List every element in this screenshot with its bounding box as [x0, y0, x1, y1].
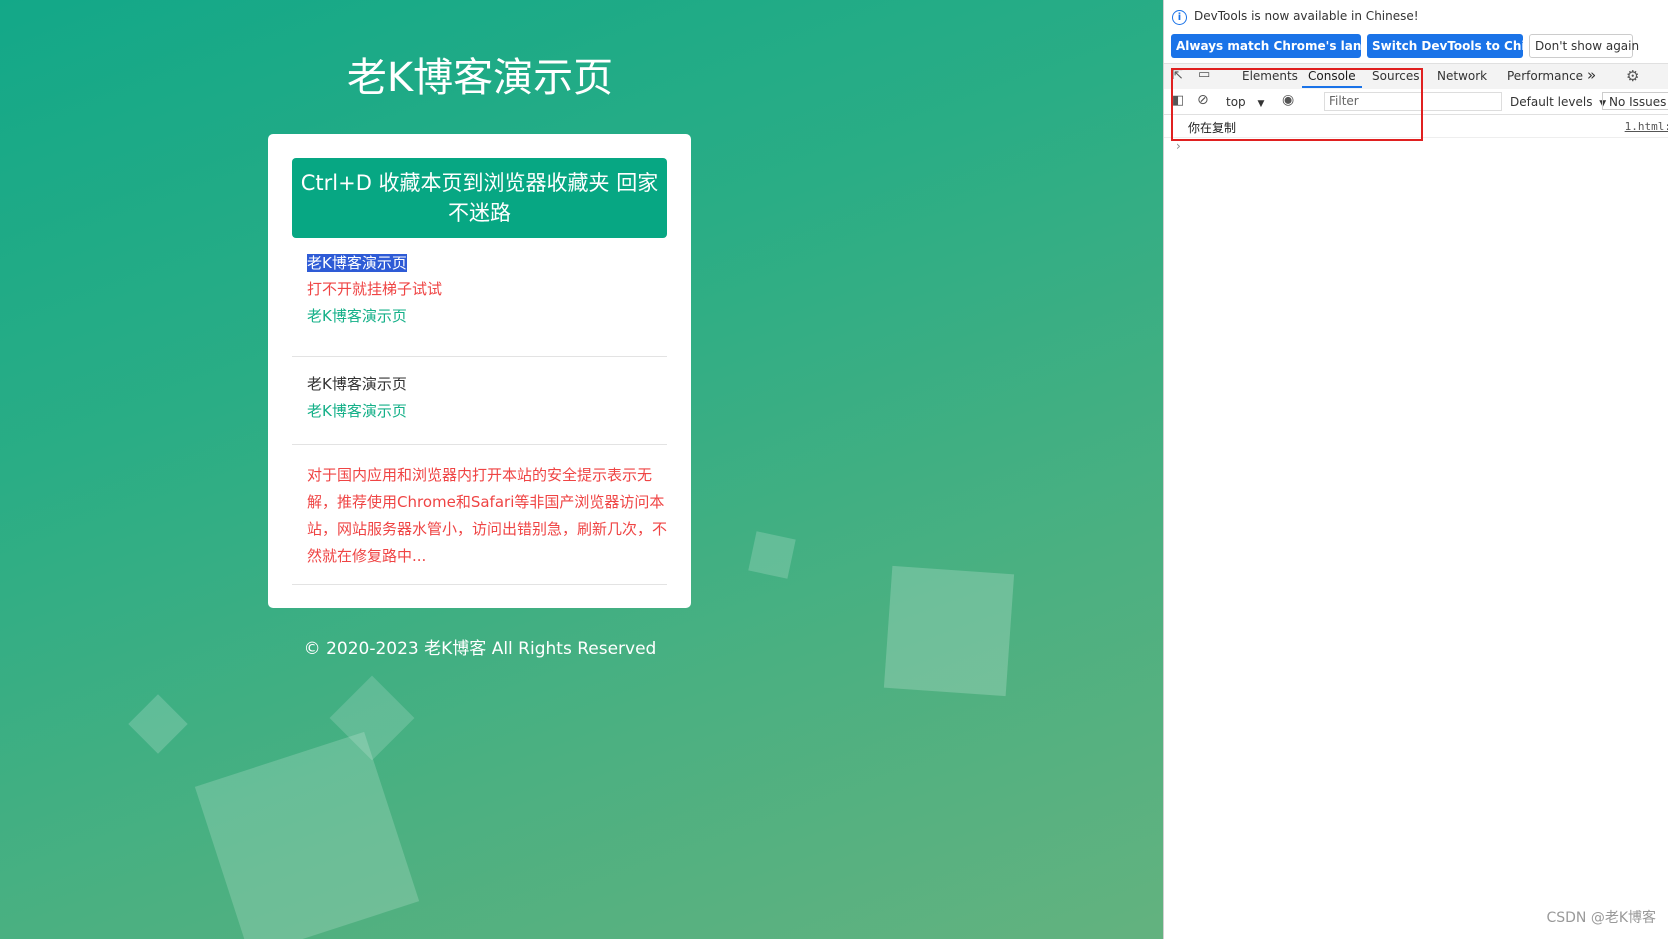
web-page: 老K博客演示页 Ctrl+D 收藏本页到浏览器收藏夹 回家不迷路 老K博客演示页… [0, 0, 1163, 939]
match-language-button[interactable]: Always match Chrome's language [1171, 34, 1403, 58]
divider [292, 584, 667, 585]
more-tabs-icon[interactable]: » [1587, 66, 1596, 84]
bookmark-banner: Ctrl+D 收藏本页到浏览器收藏夹 回家不迷路 [292, 158, 667, 238]
page-title: 老K博客演示页 [346, 55, 614, 101]
switch-to-chinese-button[interactable]: Switch DevTools to Chinese [1367, 34, 1557, 58]
log-levels-dropdown[interactable]: Default levels ▼ [1510, 95, 1606, 109]
info-icon: i [1172, 10, 1187, 25]
link-item[interactable]: 老K博客演示页 [307, 400, 407, 422]
decorative-square [128, 694, 188, 754]
log-levels-label: Default levels [1510, 95, 1593, 109]
decorative-square [194, 731, 420, 939]
devtools-panel: i DevTools is now available in Chinese! … [1163, 0, 1668, 939]
console-source-link[interactable]: 1.html: [1625, 120, 1668, 133]
annotation-highlight-box [1171, 68, 1423, 141]
page-footer: © 2020-2023 老K博客 All Rights Reserved [303, 639, 657, 659]
decorative-square [748, 531, 796, 579]
link-text-selected[interactable]: 老K博客演示页 [307, 254, 407, 272]
settings-gear-icon[interactable]: ⚙ [1626, 67, 1639, 85]
link-item[interactable]: 老K博客演示页 [307, 252, 407, 274]
divider [292, 444, 667, 445]
security-notice: 对于国内应用和浏览器内打开本站的安全提示表示无解，推荐使用Chrome和Safa… [307, 466, 668, 565]
issues-button[interactable]: No Issues [1602, 92, 1668, 110]
decorative-square [883, 565, 1015, 697]
watermark: CSDN @老K博客 [1546, 910, 1656, 926]
text-item: 老K博客演示页 [307, 375, 407, 393]
link-item[interactable]: 老K博客演示页 [307, 305, 407, 327]
link-item[interactable]: 打不开就挂梯子试试 [307, 278, 442, 300]
tab-performance[interactable]: Performance [1507, 69, 1583, 83]
tab-network[interactable]: Network [1437, 69, 1487, 83]
content-card: Ctrl+D 收藏本页到浏览器收藏夹 回家不迷路 老K博客演示页 打不开就挂梯子… [268, 134, 691, 608]
dont-show-again-button[interactable]: Don't show again [1529, 34, 1639, 58]
infobar-text: DevTools is now available in Chinese! [1194, 9, 1419, 23]
divider [292, 356, 667, 357]
language-infobar: i DevTools is now available in Chinese! … [1164, 0, 1668, 62]
console-prompt[interactable]: › [1176, 139, 1181, 153]
